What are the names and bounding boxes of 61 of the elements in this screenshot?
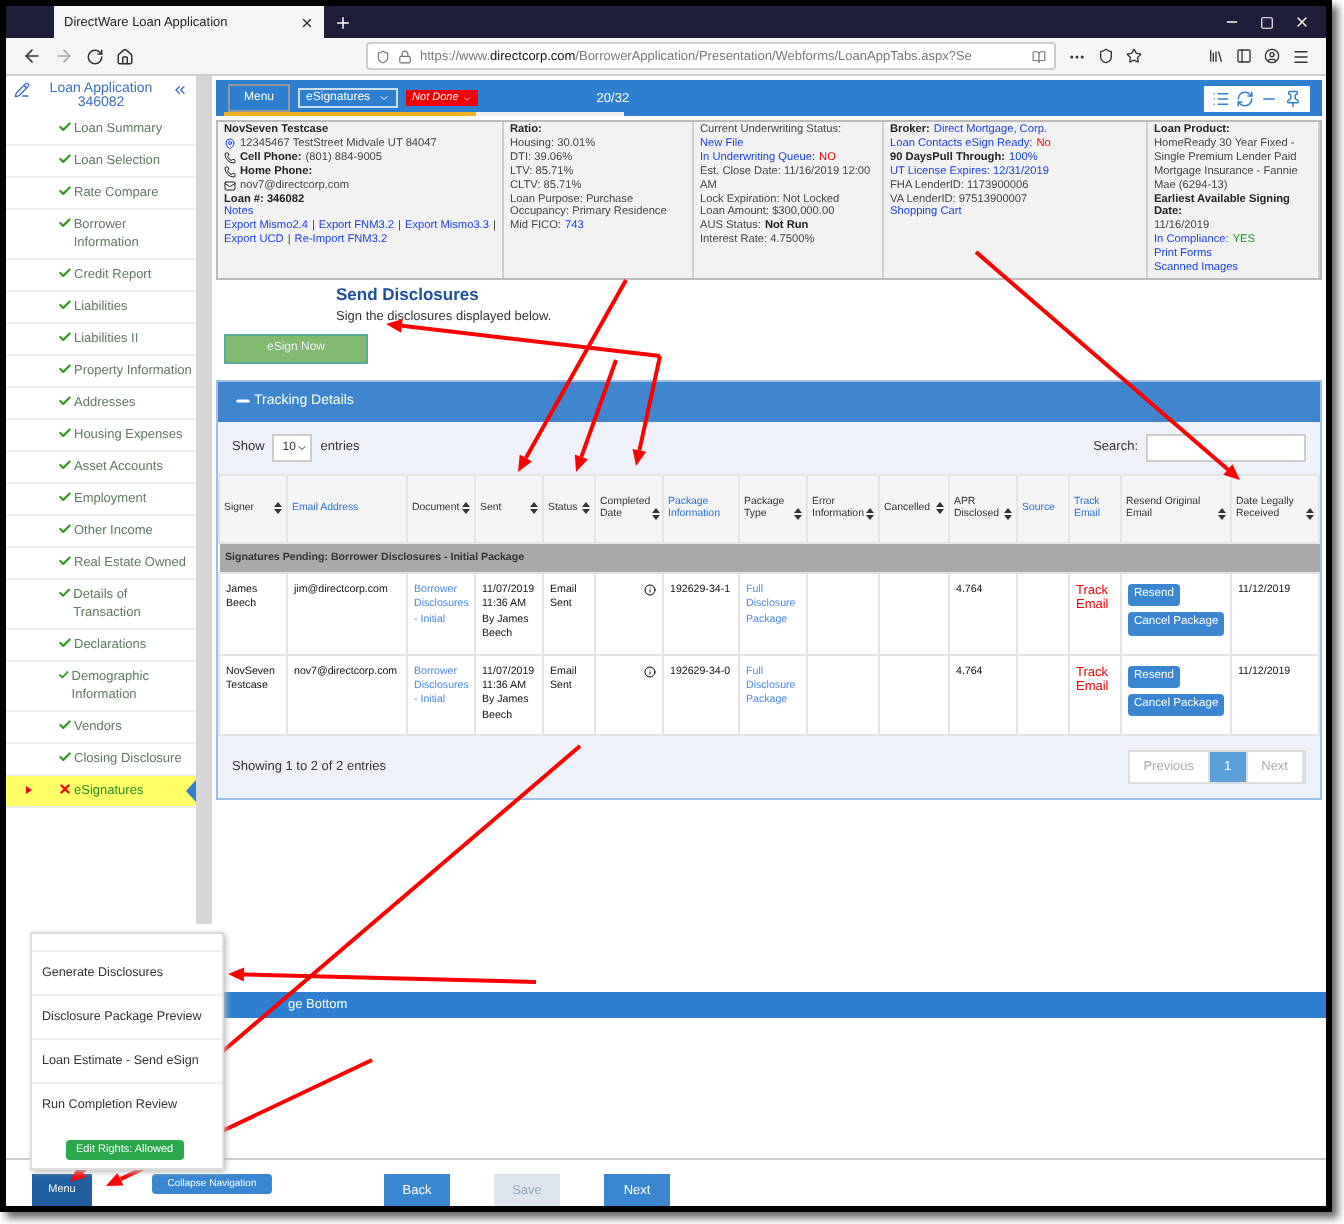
pin-icon [224, 138, 236, 151]
sort-icon[interactable] [936, 502, 944, 515]
sort-icon[interactable] [530, 502, 538, 515]
maximize-icon[interactable] [1260, 15, 1274, 29]
new-tab-icon[interactable] [334, 13, 352, 31]
mail-icon [224, 180, 236, 193]
sidebar-icon[interactable] [1236, 48, 1252, 64]
check-icon [58, 668, 70, 682]
check-icon [58, 394, 72, 408]
sort-icon[interactable] [1306, 508, 1314, 521]
check-icon [58, 522, 72, 536]
lock-icon[interactable] [398, 49, 412, 63]
refresh-icon[interactable] [1236, 89, 1254, 107]
sort-icon[interactable] [462, 502, 470, 515]
check-icon [58, 298, 72, 312]
info-icon [644, 665, 656, 678]
caret-icon [462, 93, 473, 103]
check-icon [58, 152, 72, 166]
check-icon [58, 362, 72, 376]
check-icon [58, 184, 72, 198]
caret-icon [378, 92, 391, 104]
check-icon [58, 718, 72, 732]
sort-icon[interactable] [582, 502, 590, 515]
sort-icon[interactable] [794, 508, 802, 521]
check-icon [58, 490, 72, 504]
check-icon [58, 458, 72, 472]
check-icon [58, 266, 72, 280]
home-icon[interactable] [116, 47, 134, 65]
list-icon[interactable] [1212, 89, 1230, 107]
close-icon[interactable] [300, 15, 314, 29]
sort-icon[interactable] [866, 508, 874, 521]
collapse-icon[interactable] [172, 82, 188, 98]
check-icon [58, 636, 72, 650]
sort-icon[interactable] [652, 508, 661, 521]
check-icon [58, 216, 72, 230]
selection-marker-icon [186, 780, 196, 802]
reader-icon[interactable] [1032, 49, 1046, 63]
caret-icon [26, 786, 32, 794]
pin-icon[interactable] [1284, 89, 1302, 107]
sort-icon[interactable] [274, 502, 282, 515]
shield-icon[interactable] [376, 49, 390, 63]
edit-icon[interactable] [14, 82, 30, 98]
menu-icon[interactable] [1292, 47, 1310, 65]
caret-icon [296, 441, 309, 454]
check-icon [58, 750, 72, 764]
sort-icon[interactable] [1218, 508, 1226, 521]
reload-icon[interactable] [86, 47, 104, 65]
back-icon[interactable] [22, 46, 42, 66]
check-icon [58, 120, 72, 134]
check-icon [58, 330, 72, 344]
sort-icon[interactable] [1004, 508, 1012, 521]
library-icon[interactable] [1208, 48, 1224, 64]
search-field[interactable] [1146, 433, 1306, 462]
check-icon [58, 554, 72, 568]
check-icon [58, 586, 72, 600]
section-title: Send Disclosures [336, 283, 481, 304]
error-icon [58, 782, 72, 796]
check-icon [58, 426, 72, 440]
account-icon[interactable] [1264, 48, 1280, 64]
star-icon[interactable] [1126, 48, 1142, 64]
info-icon [644, 583, 656, 596]
